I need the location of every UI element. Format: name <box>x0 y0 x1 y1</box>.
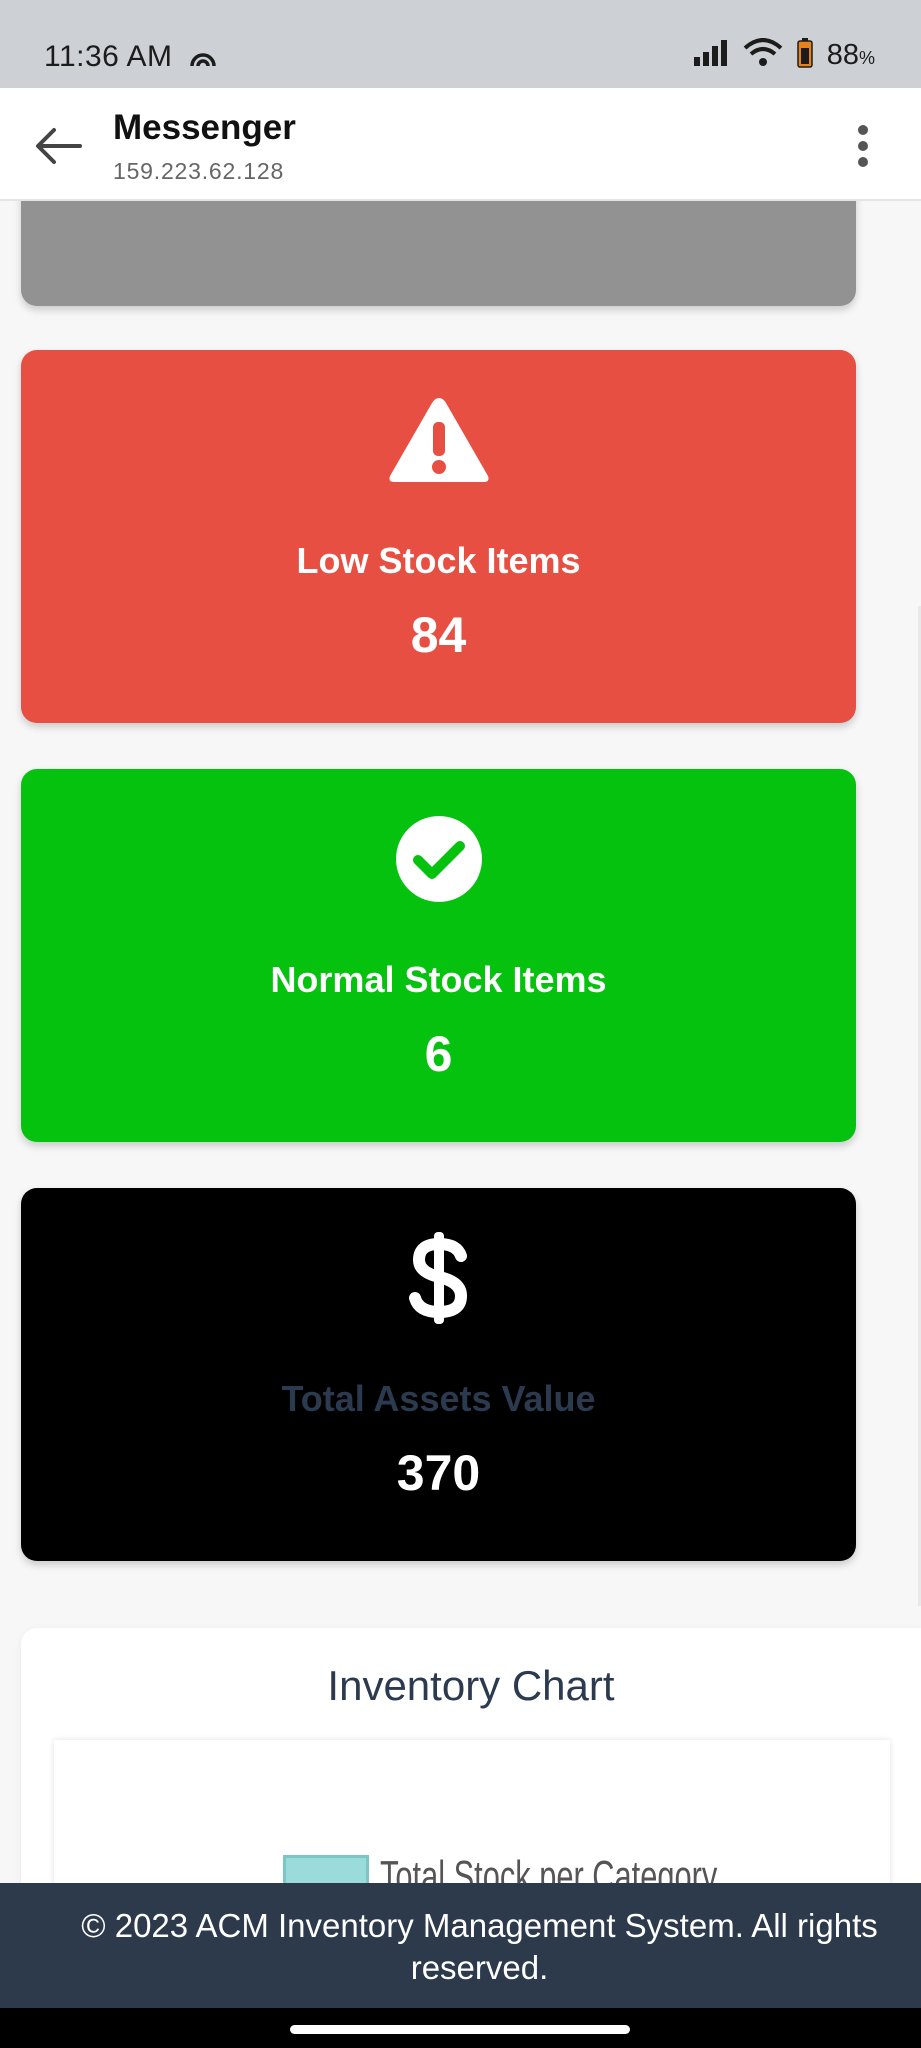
battery-icon <box>796 38 813 73</box>
sync-icon <box>188 44 218 75</box>
signal-icon <box>693 39 729 72</box>
home-handle[interactable] <box>290 2025 630 2034</box>
status-time: 11:36 AM <box>44 40 173 73</box>
app-title: Messenger <box>113 108 296 147</box>
total-assets-value: 370 <box>396 1445 481 1501</box>
footer: © 2023 ACM Inventory Management System. … <box>0 1883 921 2008</box>
arrow-left-icon <box>36 128 82 164</box>
battery-unit: % <box>858 48 875 68</box>
battery-percentage: 88% <box>827 39 875 72</box>
low-stock-card: Low Stock Items 84 <box>21 350 856 723</box>
normal-stock-label: Normal Stock Items <box>270 959 607 1000</box>
chart-canvas: Total Stock per Category <box>54 1740 890 1883</box>
low-stock-label: Low Stock Items <box>296 540 581 581</box>
dollar-icon <box>21 1228 856 1328</box>
normal-stock-value: 6 <box>424 1026 453 1082</box>
back-button[interactable] <box>30 118 86 174</box>
dashboard-content[interactable]: 9 Low Stock Items 84 Normal Stock Items … <box>0 201 921 1883</box>
legend-swatch[interactable] <box>283 1855 369 1883</box>
warning-icon <box>21 390 856 490</box>
total-assets-card: Total Assets Value 370 <box>21 1188 856 1561</box>
chart-title: Inventory Chart <box>327 1662 615 1709</box>
footer-text: © 2023 ACM Inventory Management System. … <box>81 1907 878 1986</box>
more-vertical-icon <box>858 125 868 167</box>
navigation-bar <box>0 2008 921 2048</box>
low-stock-value: 84 <box>410 607 467 663</box>
check-circle-icon <box>21 809 856 909</box>
battery-value: 88 <box>826 39 859 71</box>
app-subtitle: 159.223.62.128 <box>113 158 285 184</box>
inventory-chart-panel: Inventory Chart Total Stock per Category <box>21 1628 921 1883</box>
normal-stock-card: Normal Stock Items 6 <box>21 769 856 1142</box>
total-assets-label: Total Assets Value <box>281 1378 596 1419</box>
status-bar: 11:36 AM 88% <box>0 0 921 88</box>
wifi-icon <box>743 38 783 73</box>
app-bar: Messenger 159.223.62.128 <box>0 88 921 201</box>
partial-stat-card: 9 <box>21 201 856 306</box>
legend-label[interactable]: Total Stock per Category <box>380 1852 717 1883</box>
more-options-button[interactable] <box>835 118 891 174</box>
